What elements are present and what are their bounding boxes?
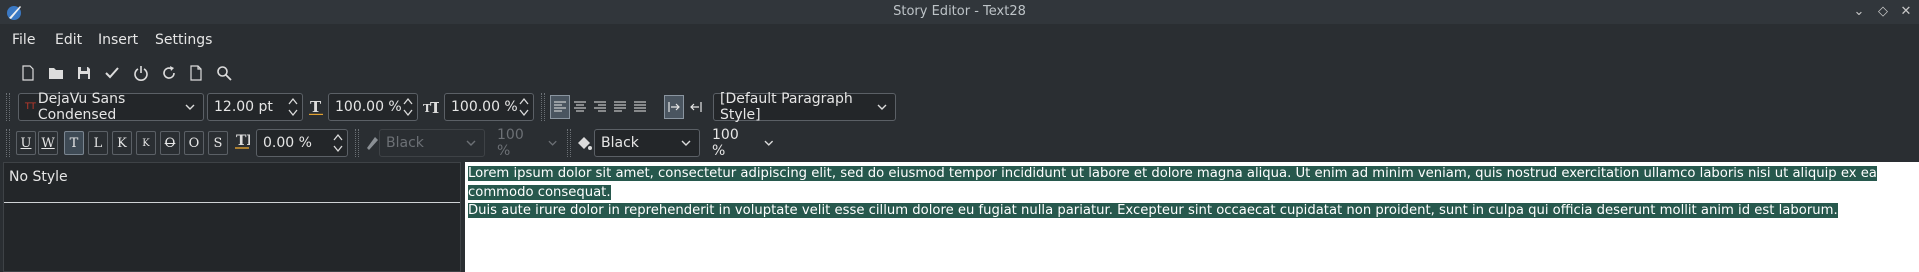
superscript-button[interactable]: L: [88, 131, 108, 155]
document-icon[interactable]: [186, 63, 206, 83]
scale-width-icon: T: [306, 97, 326, 117]
tracking-icon: TI: [232, 131, 252, 151]
checkmark-icon[interactable]: [102, 63, 122, 83]
spin-arrows-icon: [519, 97, 529, 117]
outline-button[interactable]: O: [184, 131, 204, 155]
align-forced-icon[interactable]: [630, 95, 650, 119]
font-toolbar: TT DejaVu Sans Condensed 12.00 pt T 100.…: [0, 90, 1919, 124]
underline-button[interactable]: U: [16, 131, 36, 155]
window-title: Story Editor - Text28: [893, 4, 1026, 19]
scale-width-spinbox[interactable]: 100.00 %: [328, 93, 418, 121]
title-bar: Story Editor - Text28 ⌄ ◇ ✕: [0, 0, 1919, 24]
shadow-button[interactable]: S: [208, 131, 228, 155]
spin-arrows-icon: [333, 133, 343, 153]
svg-text:T: T: [430, 99, 439, 115]
power-icon[interactable]: [131, 63, 151, 83]
truetype-font-icon: TT: [25, 102, 36, 112]
font-family-select[interactable]: TT DejaVu Sans Condensed: [18, 91, 204, 123]
paragraph-style-select[interactable]: [Default Paragraph Style]: [713, 91, 896, 123]
spin-arrows-icon: [288, 97, 298, 117]
editor-line-1: Lorem ipsum dolor sit amet, consectetur …: [468, 166, 1877, 200]
subscript-button[interactable]: T: [64, 131, 84, 155]
fill-shade-select[interactable]: 100 %: [712, 127, 774, 159]
paragraph-style-item[interactable]: No Style: [4, 163, 460, 203]
font-size-spinbox[interactable]: 12.00 pt: [207, 93, 303, 121]
strikethrough-button[interactable]: O: [160, 131, 180, 155]
search-icon[interactable]: [214, 63, 234, 83]
spin-arrows-icon: [403, 97, 413, 117]
toolbar-grip[interactable]: [541, 93, 545, 121]
menu-settings[interactable]: Settings: [155, 32, 212, 48]
editor-text: Lorem ipsum dolor sit amet, consectetur …: [468, 165, 1916, 221]
menu-insert[interactable]: Insert: [98, 32, 138, 48]
chevron-down-icon: [548, 140, 557, 146]
toolbar-grip[interactable]: [6, 129, 10, 157]
menu-bar: File Edit Insert Settings: [0, 30, 1919, 52]
scale-height-spinbox[interactable]: 100.00 %: [444, 93, 534, 121]
all-caps-button[interactable]: K: [112, 131, 132, 155]
toolbar-grip[interactable]: [355, 129, 359, 157]
close-icon[interactable]: ✕: [1896, 2, 1916, 22]
scale-height-icon: TT: [421, 97, 441, 117]
align-justify-icon[interactable]: [610, 95, 630, 119]
toolbar-grip[interactable]: [6, 93, 10, 121]
underline-words-button[interactable]: W: [38, 131, 58, 155]
menu-file[interactable]: File: [12, 32, 35, 48]
chevron-down-icon: [185, 104, 195, 110]
new-document-icon[interactable]: [18, 63, 38, 83]
stroke-color-select[interactable]: Black: [379, 129, 485, 157]
paragraph-style-panel: No Style: [3, 162, 461, 272]
open-folder-icon[interactable]: [46, 63, 66, 83]
text-direction-rtl-icon[interactable]: [686, 95, 706, 119]
chevron-down-icon: [877, 104, 887, 110]
reload-icon[interactable]: [159, 63, 179, 83]
save-icon[interactable]: [74, 63, 94, 83]
editor-line-2: Duis aute irure dolor in reprehenderit i…: [468, 203, 1838, 218]
toolbar-grip[interactable]: [567, 129, 571, 157]
svg-text:T: T: [310, 99, 322, 115]
tracking-spinbox[interactable]: 0.00 %: [256, 129, 348, 157]
chevron-down-icon: [681, 140, 691, 146]
menu-edit[interactable]: Edit: [55, 32, 82, 48]
effects-toolbar: U W T L K K O O S TI 0.00 % Black 100 % …: [0, 126, 1919, 160]
text-direction-ltr-icon[interactable]: [664, 95, 684, 119]
small-caps-button[interactable]: K: [136, 131, 156, 155]
chevron-down-icon: [764, 140, 774, 146]
fill-color-icon: [574, 133, 594, 153]
story-text-editor[interactable]: Lorem ipsum dolor sit amet, consectetur …: [465, 162, 1919, 272]
chevron-down-icon: [466, 140, 476, 146]
restore-icon[interactable]: ◇: [1873, 2, 1893, 22]
minimize-chevron-icon[interactable]: ⌄: [1849, 2, 1869, 22]
align-left-icon[interactable]: [550, 95, 570, 119]
align-center-icon[interactable]: [570, 95, 590, 119]
fill-color-select[interactable]: Black: [594, 129, 700, 157]
main-toolbar: [0, 60, 1919, 86]
align-right-icon[interactable]: [590, 95, 610, 119]
svg-text:TI: TI: [236, 133, 250, 149]
stroke-shade-select[interactable]: 100 %: [497, 127, 557, 159]
